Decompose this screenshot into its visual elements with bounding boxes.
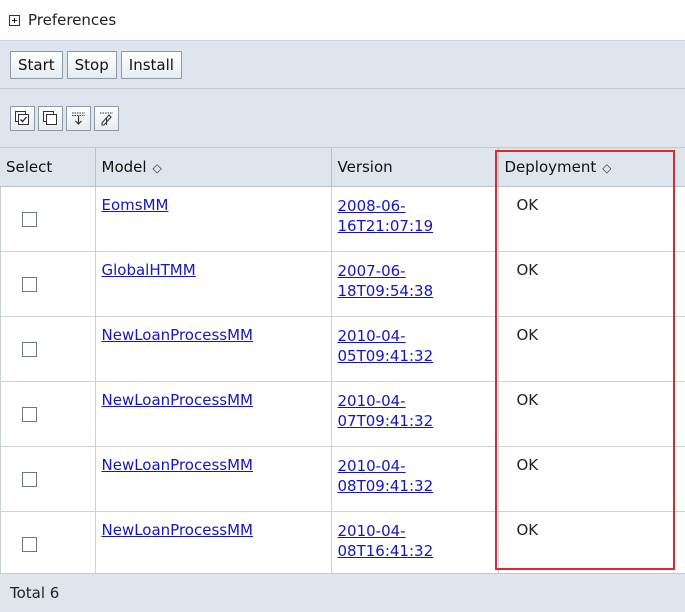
version-link[interactable]: 2010-04- 08T16:41:32 — [338, 521, 492, 561]
version-link[interactable]: 2007-06- 18T09:54:38 — [338, 261, 492, 301]
model-cell: NewLoanProcessMM — [95, 511, 332, 577]
version-link[interactable]: 2010-04- 05T09:41:32 — [338, 326, 492, 366]
version-cell: 2010-04- 08T09:41:32 — [331, 446, 499, 512]
action-toolbar: Start Stop Install — [0, 41, 685, 89]
deployment-cell: OK — [498, 316, 685, 382]
version-link[interactable]: 2008-06- 16T21:07:19 — [338, 196, 492, 236]
row-checkbox[interactable] — [22, 536, 37, 552]
deployment-status: OK — [516, 196, 539, 214]
model-cell: GlobalHTMM — [95, 251, 332, 317]
table-footer: Total 6 — [0, 573, 685, 612]
select-cell — [0, 316, 96, 382]
version-cell: 2010-04- 05T09:41:32 — [331, 316, 499, 382]
version-cell: 2007-06- 18T09:54:38 — [331, 251, 499, 317]
table-row: NewLoanProcessMM 2010-04- 07T09:41:32 OK — [0, 381, 685, 447]
table-row: EomsMM 2008-06- 16T21:07:19 OK — [0, 186, 685, 252]
row-checkbox[interactable] — [22, 341, 37, 357]
table-row: NewLoanProcessMM 2010-04- 08T16:41:32 OK — [0, 511, 685, 577]
model-link[interactable]: NewLoanProcessMM — [102, 326, 253, 344]
select-cell — [0, 381, 96, 447]
row-checkbox[interactable] — [22, 276, 37, 292]
version-time: 08T16:41:32 — [337, 542, 434, 560]
version-time: 08T09:41:32 — [337, 477, 434, 495]
deselect-all-icon[interactable] — [38, 105, 63, 131]
version-time: 16T21:07:19 — [337, 217, 434, 235]
row-checkbox[interactable] — [22, 211, 37, 227]
model-link[interactable]: NewLoanProcessMM — [102, 391, 253, 409]
table-row: NewLoanProcessMM 2010-04- 05T09:41:32 OK — [0, 316, 685, 382]
version-cell: 2008-06- 16T21:07:19 — [331, 186, 499, 252]
version-link[interactable]: 2010-04- 07T09:41:32 — [338, 391, 492, 431]
deployment-status: OK — [516, 521, 539, 539]
model-cell: NewLoanProcessMM — [95, 381, 332, 447]
model-link[interactable]: NewLoanProcessMM — [102, 456, 253, 474]
version-cell: 2010-04- 08T16:41:32 — [331, 511, 499, 577]
preferences-label[interactable]: Preferences — [28, 11, 116, 29]
version-date: 2008-06- — [337, 197, 406, 215]
install-button[interactable]: Install — [120, 50, 182, 79]
edit-filter-icon[interactable] — [94, 105, 119, 131]
version-header-label: Version — [337, 158, 393, 176]
model-link[interactable]: NewLoanProcessMM — [102, 521, 253, 539]
select-column-header: Select — [0, 148, 96, 187]
model-link[interactable]: GlobalHTMM — [102, 261, 196, 279]
model-column-header[interactable]: Model ◇ — [95, 148, 332, 187]
version-link[interactable]: 2010-04- 08T09:41:32 — [338, 456, 492, 496]
deployment-status: OK — [516, 391, 539, 409]
deployment-status: OK — [516, 326, 539, 344]
version-date: 2010-04- — [337, 327, 406, 345]
select-cell — [0, 446, 96, 512]
version-date: 2010-04- — [337, 522, 406, 540]
model-cell: NewLoanProcessMM — [95, 446, 332, 512]
select-cell — [0, 186, 96, 252]
version-time: 07T09:41:32 — [337, 412, 434, 430]
preferences-bar[interactable]: Preferences — [0, 0, 685, 41]
deployment-cell: OK — [498, 251, 685, 317]
expand-filter-icon[interactable] — [66, 105, 91, 131]
model-header-label: Model — [101, 158, 147, 176]
total-count: Total 6 — [10, 584, 60, 602]
deployment-cell: OK — [498, 511, 685, 577]
deployment-status: OK — [516, 456, 539, 474]
start-button[interactable]: Start — [10, 50, 63, 79]
select-header-label: Select — [6, 158, 53, 176]
model-cell: EomsMM — [95, 186, 332, 252]
table-icon-toolbar — [0, 89, 685, 148]
deployment-cell: OK — [498, 186, 685, 252]
version-time: 05T09:41:32 — [337, 347, 434, 365]
select-cell — [0, 251, 96, 317]
row-checkbox[interactable] — [22, 406, 37, 422]
version-column-header: Version — [331, 148, 499, 187]
version-date: 2010-04- — [337, 392, 406, 410]
sort-icon[interactable]: ◇ — [602, 161, 611, 175]
table-header-row: Select Model ◇ Version Deployment ◇ — [0, 148, 685, 187]
table-row: GlobalHTMM 2007-06- 18T09:54:38 OK — [0, 251, 685, 317]
deployment-status: OK — [516, 261, 539, 279]
version-date: 2007-06- — [337, 262, 406, 280]
expand-icon[interactable] — [9, 14, 20, 26]
model-cell: NewLoanProcessMM — [95, 316, 332, 382]
select-cell — [0, 511, 96, 577]
version-time: 18T09:54:38 — [337, 282, 434, 300]
model-link[interactable]: EomsMM — [102, 196, 169, 214]
deployment-column-header[interactable]: Deployment ◇ — [498, 148, 685, 187]
deployment-cell: OK — [498, 446, 685, 512]
sort-icon[interactable]: ◇ — [153, 161, 162, 175]
stop-button[interactable]: Stop — [66, 50, 117, 79]
select-all-icon[interactable] — [10, 105, 35, 131]
version-cell: 2010-04- 07T09:41:32 — [331, 381, 499, 447]
deployment-header-label: Deployment — [504, 158, 597, 176]
version-date: 2010-04- — [337, 457, 406, 475]
deployment-cell: OK — [498, 381, 685, 447]
row-checkbox[interactable] — [22, 471, 37, 487]
table-row: NewLoanProcessMM 2010-04- 08T09:41:32 OK — [0, 446, 685, 512]
deployment-table: Select Model ◇ Version Deployment ◇ EomsMM… — [0, 148, 685, 577]
